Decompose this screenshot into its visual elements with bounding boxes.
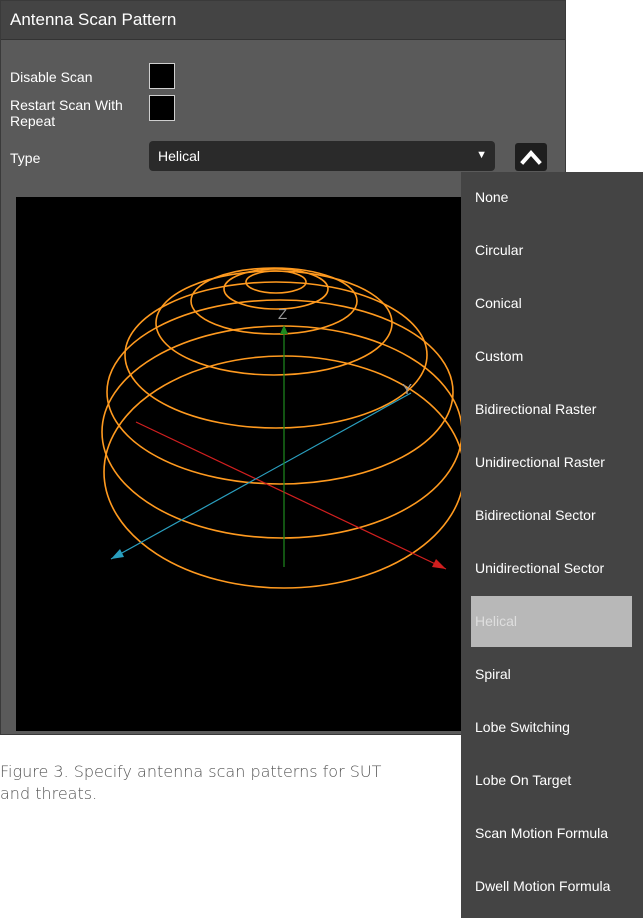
type-dropdown-menu: None Circular Conical Custom Bidirectional R… (461, 172, 643, 918)
type-select[interactable]: Helical ▼ (149, 141, 495, 171)
menu-item-bidirectional-sector[interactable]: Bidirectional Sector (461, 490, 643, 541)
chevron-up-icon (520, 149, 542, 165)
type-select-value: Helical (158, 148, 201, 164)
menu-item-custom[interactable]: Custom (461, 331, 643, 382)
menu-item-dwell-motion-formula[interactable]: Dwell Motion Formula (461, 861, 643, 912)
menu-item-unidirectional-raster[interactable]: Unidirectional Raster (461, 437, 643, 488)
x-axis-line (135, 421, 447, 570)
disable-scan-checkbox[interactable] (149, 63, 175, 89)
menu-item-unidirectional-sector[interactable]: Unidirectional Sector (461, 543, 643, 594)
chevron-down-icon: ▼ (476, 149, 487, 161)
collapse-button[interactable] (515, 143, 547, 171)
menu-item-helical[interactable]: Helical (471, 596, 632, 647)
disable-scan-label: Disable Scan (10, 69, 93, 85)
helix-ring (124, 281, 428, 429)
restart-scan-checkbox[interactable] (149, 95, 175, 121)
menu-item-lobe-on-target[interactable]: Lobe On Target (461, 755, 643, 806)
type-label: Type (10, 150, 41, 166)
helix-ring (155, 270, 393, 376)
panel-title: Antenna Scan Pattern (10, 10, 177, 29)
menu-item-spiral[interactable]: Spiral (461, 649, 643, 700)
menu-item-bidirectional-raster[interactable]: Bidirectional Raster (461, 384, 643, 435)
z-axis-label: Z (278, 306, 287, 323)
menu-item-scan-motion-formula[interactable]: Scan Motion Formula (461, 808, 643, 859)
restart-scan-label: Restart Scan With Repeat (10, 97, 123, 129)
menu-item-circular[interactable]: Circular (461, 225, 643, 276)
y-axis-arrow (111, 549, 124, 559)
y-axis-label: Y (402, 381, 412, 398)
y-axis-line (110, 392, 412, 560)
menu-item-conical[interactable]: Conical (461, 278, 643, 329)
figure-caption: Figure 3. Specify antenna scan patterns … (0, 762, 382, 803)
panel-header: Antenna Scan Pattern (1, 1, 565, 40)
menu-item-lobe-switching[interactable]: Lobe Switching (461, 702, 643, 753)
menu-item-none[interactable]: None (461, 172, 643, 223)
x-axis-arrow (432, 559, 446, 569)
